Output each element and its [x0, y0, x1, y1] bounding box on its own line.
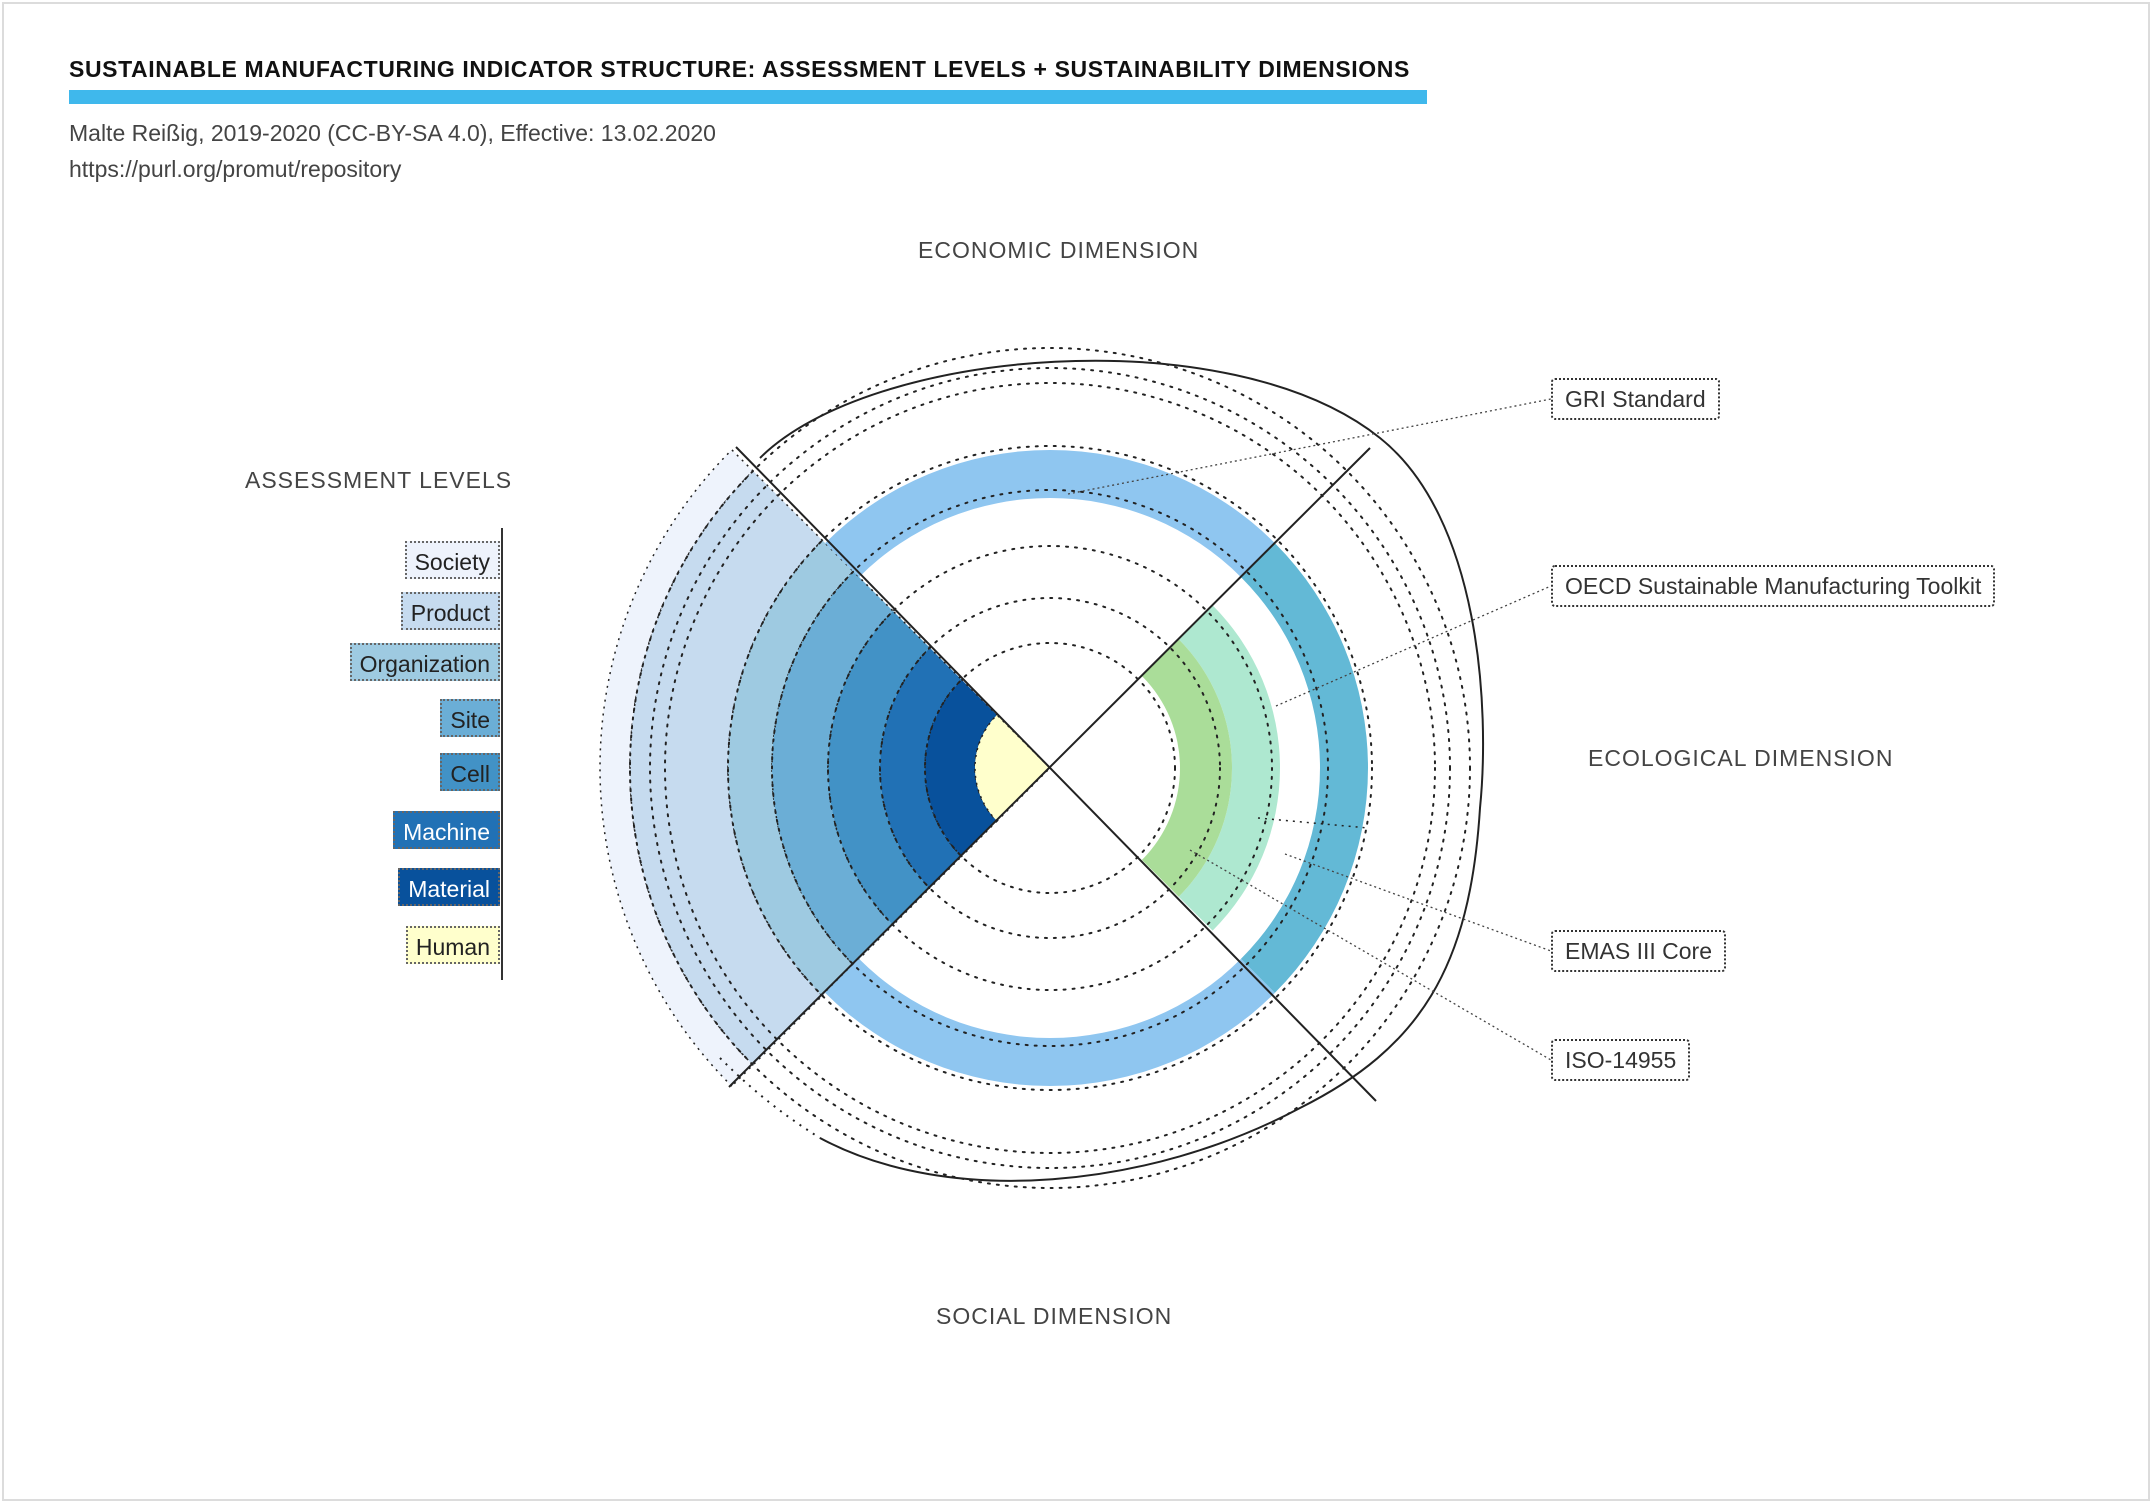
- ring-gri-social: [825, 958, 1275, 1086]
- level-cell: Cell: [440, 753, 500, 791]
- level-organization: Organization: [349, 643, 500, 681]
- level-material: Material: [398, 868, 500, 906]
- callout-emas-iii-core: EMAS III Core: [1551, 930, 1726, 972]
- ring-gri-economic: [825, 449, 1275, 578]
- level-society: Society: [404, 541, 500, 579]
- callout-oecd-toolkit: OECD Sustainable Manufacturing Toolkit: [1551, 565, 1996, 607]
- level-human: Human: [405, 926, 500, 964]
- level-product: Product: [400, 592, 500, 630]
- callout-gri-standard: GRI Standard: [1551, 378, 1720, 420]
- callout-iso-14955: ISO-14955: [1551, 1039, 1691, 1081]
- indicator-structure-diagram: [599, 347, 1552, 1189]
- assessment-levels-axis: [501, 528, 503, 980]
- level-site: Site: [440, 699, 500, 737]
- level-machine: Machine: [393, 811, 500, 849]
